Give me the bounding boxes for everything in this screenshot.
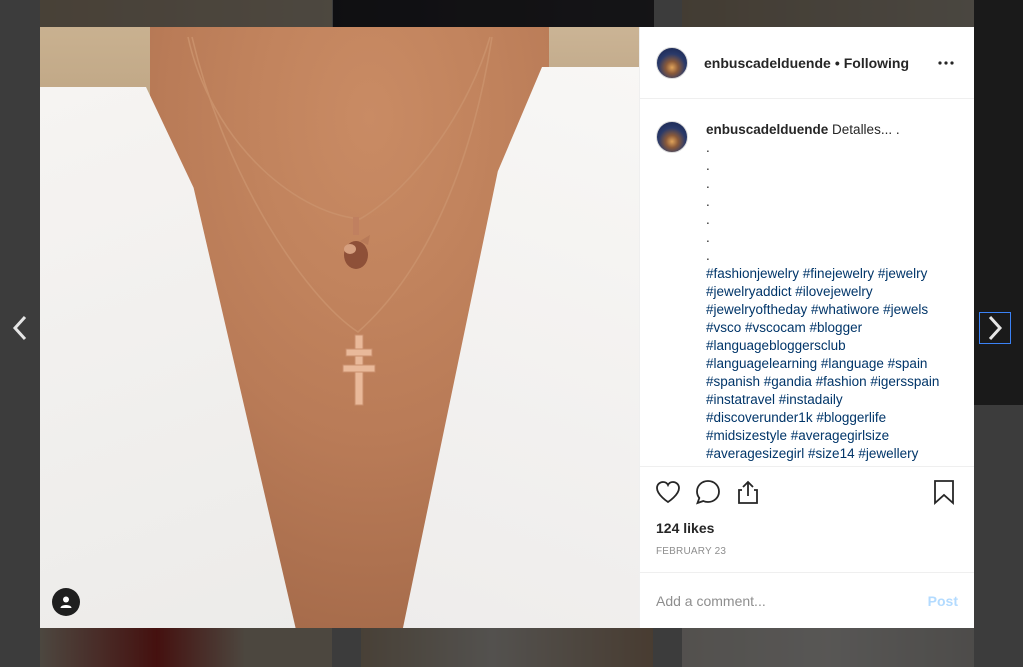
post-modal: enbuscadelduende • Following enbuscadeld… — [40, 27, 974, 628]
caption-text: Detalles... . — [832, 122, 900, 137]
post-date[interactable]: FEBRUARY 23 — [640, 536, 974, 572]
caption-dot: . — [706, 158, 710, 173]
save-button[interactable] — [930, 478, 958, 506]
caption-dot: . — [706, 176, 710, 191]
comment-button[interactable] — [694, 478, 722, 506]
chevron-right-icon — [988, 315, 1003, 341]
comment-bubble-icon — [696, 479, 720, 504]
user-tag-icon — [60, 596, 72, 608]
comments-section[interactable]: enbuscadelduende Detalles... . . . . . .… — [640, 99, 974, 466]
comment-input[interactable] — [656, 592, 928, 609]
caption-dot: . — [706, 212, 710, 227]
caption-username-link[interactable]: enbuscadelduende — [706, 122, 828, 137]
following-button[interactable]: Following — [844, 55, 909, 71]
chevron-left-icon — [12, 315, 27, 341]
previous-post-button[interactable] — [4, 312, 36, 344]
more-dots-icon — [938, 60, 954, 65]
caption-dots: . . . . . . . — [706, 139, 946, 265]
more-options-button[interactable] — [934, 51, 958, 75]
caption-dot: . — [706, 194, 710, 209]
bookmark-icon — [934, 479, 954, 505]
like-button[interactable] — [654, 478, 682, 506]
post-side-panel: enbuscadelduende • Following enbuscadeld… — [639, 27, 974, 628]
avatar[interactable] — [656, 121, 688, 153]
share-button[interactable] — [734, 478, 762, 506]
comment-form: Post — [640, 572, 974, 628]
post-photo[interactable] — [40, 27, 639, 628]
photo-necklace — [187, 36, 493, 406]
tagged-users-button[interactable] — [52, 588, 80, 616]
caption-dot: . — [706, 140, 710, 155]
header-separator: • — [834, 54, 840, 71]
caption-dot: . — [706, 230, 710, 245]
post-actions — [640, 466, 974, 516]
post-comment-button[interactable]: Post — [928, 593, 958, 609]
avatar[interactable] — [656, 46, 688, 79]
next-post-button[interactable] — [979, 312, 1011, 344]
caption-body: enbuscadelduende Detalles... . . . . . .… — [706, 121, 946, 466]
header-username-link[interactable]: enbuscadelduende — [704, 55, 831, 71]
share-icon — [738, 480, 758, 504]
likes-count[interactable]: 124 likes — [640, 516, 974, 536]
heart-icon — [656, 480, 680, 503]
caption-dot: . — [706, 248, 710, 263]
caption-hashtags[interactable]: #fashionjewelry #finejewelry #jewelry #j… — [706, 265, 946, 466]
post-header: enbuscadelduende • Following — [640, 27, 974, 99]
caption: enbuscadelduende Detalles... . . . . . .… — [656, 121, 958, 466]
